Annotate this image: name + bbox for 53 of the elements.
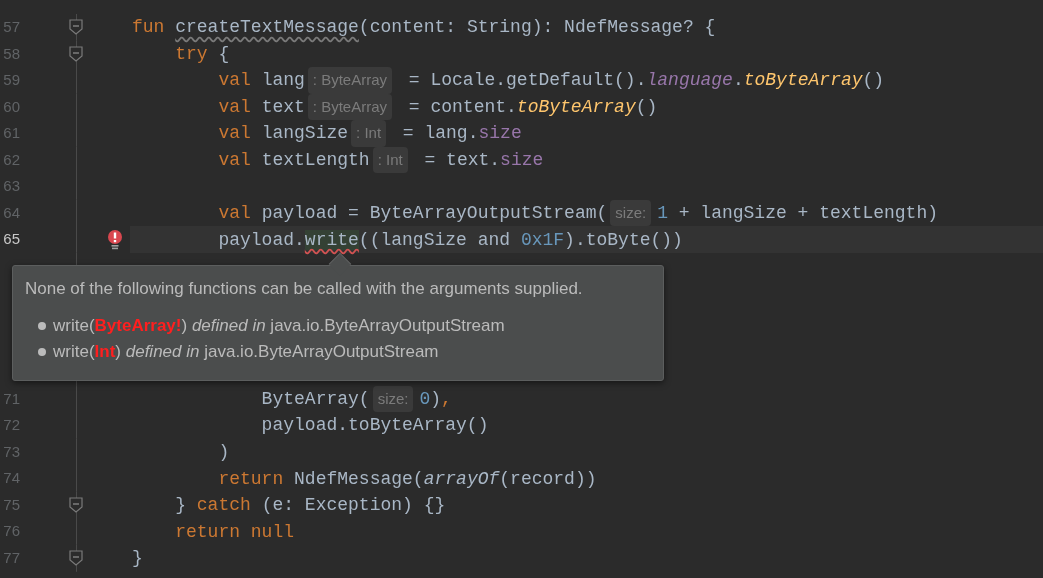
code-text: = text.size	[423, 151, 544, 169]
line-number: 74	[2, 468, 20, 489]
line-number: 72	[2, 415, 20, 436]
code-text: val textLength	[217, 151, 370, 169]
code-text: val lang	[217, 71, 305, 90]
line-number: 60	[2, 96, 20, 117]
fold-icon[interactable]	[69, 45, 83, 62]
code-text: val text	[217, 97, 305, 116]
bullet-icon	[38, 347, 46, 356]
fold-icon[interactable]	[69, 550, 83, 567]
code-text: = Locale.getDefault().language.toByteArray()	[407, 71, 885, 90]
code-text: return NdefMessage(arrayOf(record))	[217, 469, 597, 488]
candidate-text: write(ByteArray!) defined in java.io.ByteArrayOutputStream	[53, 315, 505, 338]
line-number: 76	[2, 521, 20, 542]
line-number: 62	[2, 149, 20, 170]
line-number: 75	[2, 494, 20, 515]
line-number: 58	[2, 43, 20, 64]
line-number: 73	[2, 441, 20, 462]
fold-icon[interactable]	[69, 497, 83, 514]
code-text: val payload = ByteArrayOutputStream(	[217, 204, 608, 223]
line-number: 63	[2, 176, 20, 197]
code-text: 0),	[419, 389, 452, 408]
code-text: } catch (e: Exception) {}	[174, 496, 446, 515]
line-number: 65	[2, 229, 20, 250]
bullet-icon	[38, 322, 46, 331]
parameter-hint: size:	[610, 199, 652, 227]
line-number: 64	[2, 202, 20, 223]
line-number: 57	[2, 17, 20, 37]
candidate-text: write(Int) defined in java.io.ByteArrayOutputStream	[53, 340, 439, 363]
parameter-hint: : ByteArray	[307, 93, 393, 121]
code-text: = content.toByteArray()	[407, 97, 658, 116]
line-number: 59	[2, 70, 20, 91]
parameter-hint: : ByteArray	[307, 67, 393, 94]
code-text: try {	[174, 44, 230, 63]
code-text: payload.write((langSize and 0x1F).toByte())	[217, 230, 683, 249]
code-text: }	[132, 549, 143, 568]
code-text: payload.toByteArray()	[260, 416, 489, 435]
code-text: return null	[174, 522, 295, 541]
line-number: 77	[2, 547, 20, 568]
fold-icon[interactable]	[69, 19, 83, 36]
parameter-hint: : Int	[372, 146, 408, 174]
error-bulb-icon[interactable]	[107, 229, 123, 250]
code-text: )	[217, 443, 230, 462]
code-text: = lang.size	[401, 124, 522, 143]
tooltip-message: None of the following functions can be called with the arguments supplied.	[25, 277, 584, 300]
code-text: 1 + langSize + textLength)	[657, 204, 938, 223]
line-number: 61	[2, 123, 20, 144]
code-text: val langSize	[217, 124, 349, 143]
parameter-hint: : Int	[351, 120, 387, 147]
line-number: 71	[2, 388, 20, 409]
code-text: ByteArray(	[260, 389, 370, 408]
parameter-hint: size:	[372, 385, 414, 413]
code-text: fun createTextMessage(content: String): NdefMessage? {	[132, 18, 716, 37]
